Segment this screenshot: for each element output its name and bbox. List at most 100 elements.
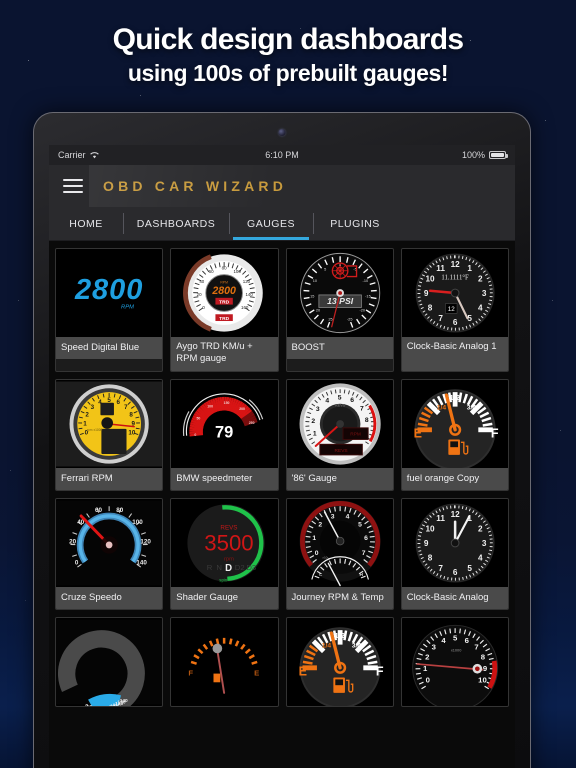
svg-text:6: 6 (453, 318, 458, 327)
svg-text:D: D (225, 563, 232, 574)
svg-text:10: 10 (478, 676, 487, 685)
svg-text:8: 8 (427, 553, 432, 562)
gauge-card[interactable]: 123456789 REVS RPM REVS '86' Gauge (285, 379, 394, 491)
svg-text:10: 10 (425, 274, 435, 283)
battery-percent-label: 100% (461, 150, 485, 160)
gauge-card[interactable]: REVS 3500 rpm R N D D2 D3 spin Shader Gau… (170, 498, 279, 610)
gauge-card[interactable]: 3 4 5 6 7 8 9 10 11 12 1 2 11.1111°F 12 Clock-Basic … (400, 248, 509, 372)
svg-text:0: 0 (425, 676, 429, 685)
tab-plugins[interactable]: PLUGINS (313, 207, 397, 240)
svg-text:7: 7 (361, 550, 365, 557)
status-bar-right: 100% (461, 150, 508, 160)
svg-text:D2: D2 (235, 563, 245, 572)
svg-text:10: 10 (128, 429, 135, 436)
gauge-thumbnail-aygo-trd: 0 20 40 60 80 100 120 140 160 RPM 2800 TRD TRD (171, 249, 278, 337)
tab-gauges[interactable]: GAUGES (229, 207, 313, 240)
tab-home[interactable]: HOME (49, 207, 123, 240)
svg-text:8: 8 (364, 417, 368, 424)
gauge-card[interactable]: 01234567 x1000 C H Journey RPM & Temp (285, 498, 394, 610)
svg-text:F: F (375, 665, 383, 679)
svg-text:x1000: x1000 (451, 648, 462, 652)
svg-text:-25: -25 (346, 318, 352, 322)
svg-text:20: 20 (315, 309, 319, 313)
gauge-card[interactable]: F E (170, 617, 279, 707)
svg-text:60: 60 (95, 507, 102, 514)
svg-text:0: 0 (75, 559, 79, 566)
svg-text:E: E (298, 665, 306, 679)
svg-text:1/2: 1/2 (334, 631, 345, 640)
svg-text:F: F (491, 427, 499, 441)
svg-text:9: 9 (424, 539, 429, 548)
gauge-card[interactable]: 0 1 2 3 4 5 6 7 8 9 10 rpm x1000 Ferrari RPM (55, 379, 164, 491)
svg-text:7: 7 (438, 314, 443, 323)
svg-text:8: 8 (129, 411, 133, 418)
svg-text:12: 12 (448, 306, 455, 313)
svg-text:120: 120 (243, 279, 251, 284)
svg-text:3/4: 3/4 (351, 643, 361, 650)
svg-text:200: 200 (239, 407, 245, 411)
svg-text:R: R (207, 563, 213, 572)
gauge-label: Clock-Basic Analog 1 (401, 337, 508, 371)
svg-text:3/4: 3/4 (466, 405, 476, 412)
gauge-thumbnail-journey: 01234567 x1000 C H (286, 499, 393, 587)
svg-text:250: 250 (249, 421, 255, 425)
gauge-thumbnail-blue-speedo: 0102030405060708090100110120130140 (56, 618, 163, 706)
svg-text:4: 4 (478, 553, 483, 562)
carrier-label: Carrier (58, 150, 86, 160)
gauge-thumbnail-fuel-orange-2: E F 1/4 1/2 3/4 (286, 618, 393, 706)
gauge-card[interactable]: -25 -20 -15 -10 -5 0 5 10 15 20 25 13 PSI BOOST (285, 248, 394, 372)
gauge-thumbnail-fuel-orange: E F 1/4 1/2 3/4 (401, 380, 508, 468)
svg-text:12: 12 (450, 260, 460, 269)
svg-text:7: 7 (438, 564, 443, 573)
svg-text:2800: 2800 (74, 274, 143, 306)
svg-text:8: 8 (481, 652, 486, 661)
svg-text:E: E (254, 669, 259, 678)
svg-text:2: 2 (478, 524, 483, 533)
gauge-card[interactable]: E F 1/4 1/2 3/4 fuel orange Copy (400, 379, 509, 491)
gauge-thumbnail-tach-red: 0 1 2 3 4 5 6 7 8 9 10 x1000 (401, 618, 508, 706)
status-bar: Carrier 6:10 PM 100% (49, 145, 515, 165)
svg-text:60: 60 (209, 269, 214, 274)
svg-text:1/4: 1/4 (437, 405, 447, 412)
svg-text:15: 15 (310, 294, 314, 298)
gauge-card[interactable]: 3 4 5 6 7 8 9 10 11 12 1 2 Clock-Basic Analog (400, 498, 509, 610)
gauge-card[interactable]: 0102030405060708090100110120130140 (55, 617, 164, 707)
svg-text:9: 9 (483, 664, 487, 673)
svg-text:0: 0 (314, 550, 318, 557)
app-title: OBD CAR WIZARD (103, 178, 288, 194)
svg-text:C: C (318, 572, 322, 578)
gauge-label: BOOST (286, 337, 393, 359)
gauge-card[interactable]: E F 1/4 1/2 3/4 (285, 617, 394, 707)
gauge-card[interactable]: 0 1 2 3 4 5 6 7 8 9 10 x1000 (400, 617, 509, 707)
svg-text:20: 20 (197, 292, 202, 297)
battery-full-icon (489, 151, 508, 159)
gauge-card[interactable]: 2800 RPM Speed Digital Blue (55, 248, 164, 372)
svg-text:1: 1 (467, 264, 472, 273)
svg-text:5: 5 (358, 522, 362, 529)
svg-text:TRD: TRD (219, 299, 229, 305)
headline-line-2: using 100s of prebuilt gauges! (127, 60, 449, 86)
svg-text:10: 10 (312, 279, 316, 283)
svg-text:7: 7 (359, 405, 363, 412)
tab-dashboards[interactable]: DASHBOARDS (123, 207, 229, 240)
svg-text:6: 6 (364, 535, 368, 542)
svg-text:RPM: RPM (121, 304, 134, 310)
gauge-grid: 2800 RPM Speed Digital Blue 0 20 40 60 80 100 1… (49, 241, 515, 768)
gauge-thumbnail-dark-fuel: F E (171, 618, 278, 706)
svg-text:12: 12 (450, 510, 460, 519)
gauge-card[interactable]: 0 20 40 60 80 100 120 140 Cruze Speedo (55, 498, 164, 610)
svg-text:100: 100 (132, 519, 143, 526)
svg-text:8: 8 (427, 303, 432, 312)
gauge-card[interactable]: 0 20 40 60 80 100 120 140 160 RPM 2800 TRD TRD Ay… (170, 248, 279, 372)
svg-text:REVS: REVS (334, 448, 347, 454)
gauge-thumbnail-ferrari: 0 1 2 3 4 5 6 7 8 9 10 rpm x1000 (56, 380, 163, 468)
gauge-thumbnail-shader: REVS 3500 rpm R N D D2 D3 spin (171, 499, 278, 587)
hamburger-menu-icon[interactable] (63, 179, 83, 193)
gauge-card[interactable]: 0 50 100 150 200 250 79 BMW speedmeter (170, 379, 279, 491)
svg-text:E: E (413, 427, 421, 441)
svg-text:5: 5 (337, 394, 341, 401)
svg-text:H: H (359, 572, 363, 578)
svg-text:7: 7 (124, 404, 128, 411)
svg-text:9: 9 (424, 289, 429, 298)
svg-text:-10: -10 (362, 279, 368, 283)
